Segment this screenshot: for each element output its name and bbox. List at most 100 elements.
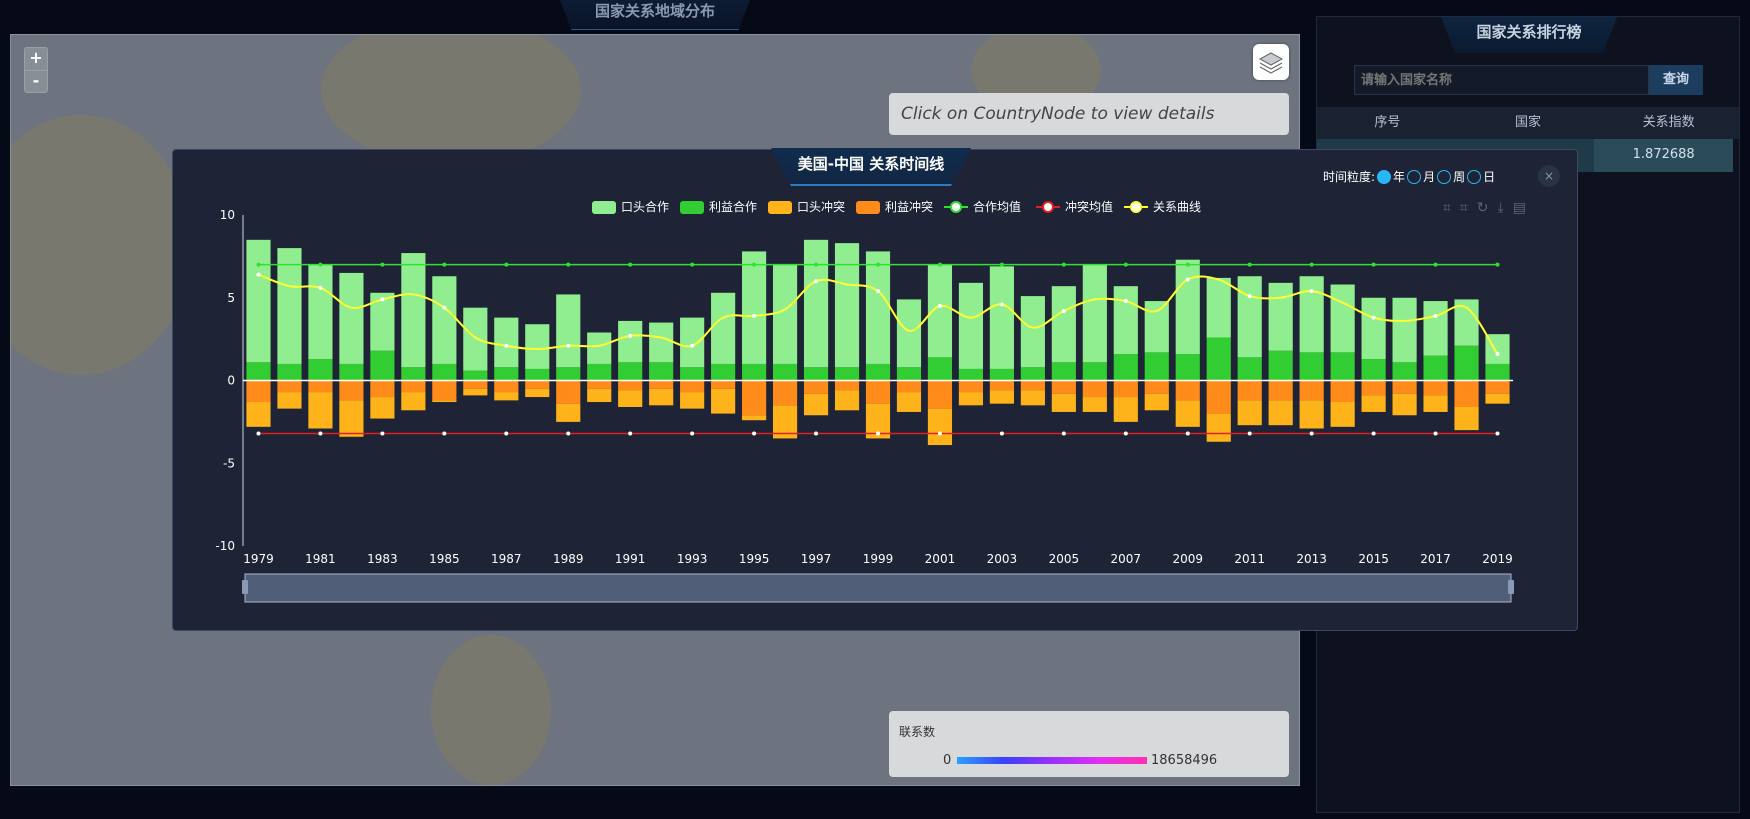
bar-material-coop bbox=[680, 367, 705, 381]
bar-material-coop bbox=[339, 363, 364, 381]
bar-material-conflict bbox=[370, 380, 395, 398]
bar-material-conflict bbox=[649, 380, 674, 389]
bar-verbal-conflict bbox=[1392, 393, 1417, 416]
legend-label: 口头合作 bbox=[621, 199, 669, 214]
bar-material-conflict bbox=[1237, 380, 1262, 401]
bar-material-conflict bbox=[556, 380, 581, 404]
bar-material-coop bbox=[1020, 367, 1045, 381]
coop-mean-point bbox=[504, 262, 509, 267]
bar-material-coop bbox=[1051, 362, 1076, 381]
relation-curve-point bbox=[1247, 294, 1252, 299]
layers-button[interactable] bbox=[1253, 44, 1289, 80]
column-header-rank[interactable]: 序号 bbox=[1317, 107, 1458, 139]
bar-verbal-conflict bbox=[432, 400, 457, 403]
bar-material-conflict bbox=[463, 380, 488, 389]
conflict-mean-point bbox=[504, 431, 509, 436]
bar-material-conflict bbox=[339, 380, 364, 401]
bar-material-conflict bbox=[1423, 380, 1448, 396]
bar-material-coop bbox=[401, 367, 426, 381]
conflict-mean-point bbox=[752, 431, 757, 436]
bar-verbal-coop bbox=[1237, 276, 1262, 358]
y-tick-label: -5 bbox=[223, 456, 235, 470]
country-search-input[interactable] bbox=[1354, 65, 1649, 95]
coop-mean-point bbox=[442, 262, 447, 267]
bar-material-conflict bbox=[1454, 380, 1479, 407]
relation-curve-point bbox=[1185, 277, 1190, 282]
coop-mean-point bbox=[1495, 262, 1500, 267]
zoom-out-button[interactable]: - bbox=[25, 70, 47, 92]
relation-curve-point bbox=[566, 343, 571, 348]
bar-material-coop bbox=[958, 368, 984, 381]
legend-swatch bbox=[768, 201, 792, 214]
ranking-table-header: 序号 国家 关系指数 bbox=[1317, 107, 1739, 139]
bar-verbal-coop bbox=[618, 320, 643, 363]
conflict-mean-point bbox=[1185, 431, 1190, 436]
search-button[interactable]: 查询 bbox=[1649, 65, 1703, 95]
bar-verbal-conflict bbox=[1361, 395, 1386, 412]
bar-verbal-conflict bbox=[1485, 393, 1510, 404]
bar-verbal-coop bbox=[649, 322, 674, 363]
x-tick-label: 2001 bbox=[925, 552, 956, 566]
bar-verbal-conflict bbox=[339, 400, 364, 437]
bar-verbal-coop bbox=[1051, 286, 1076, 363]
bar-material-coop bbox=[277, 363, 302, 381]
bar-material-conflict bbox=[711, 380, 736, 389]
bar-material-conflict bbox=[246, 380, 271, 403]
bar-material-coop bbox=[1392, 362, 1417, 381]
relation-timeline-modal: 美国-中国 关系时间线 时间粒度: 年 月 周 日 × ⌗⌗↻⤓▤ 10 5 0 -5… bbox=[172, 148, 1578, 631]
bar-material-coop bbox=[370, 350, 395, 381]
bar-verbal-coop bbox=[834, 243, 860, 368]
x-tick-label: 2019 bbox=[1482, 552, 1513, 566]
x-tick-label: 1987 bbox=[491, 552, 522, 566]
y-tick-label: 10 bbox=[220, 208, 235, 222]
zoom-in-button[interactable]: + bbox=[25, 48, 47, 70]
bar-verbal-conflict bbox=[525, 388, 550, 398]
zoom-control: + - bbox=[24, 47, 48, 93]
conflict-mean-point bbox=[256, 431, 261, 436]
bar-material-conflict bbox=[1268, 380, 1293, 401]
legend-gradient-bar[interactable] bbox=[957, 757, 1147, 764]
bar-material-conflict bbox=[587, 380, 612, 389]
legend-label: 口头冲突 bbox=[797, 199, 845, 214]
bar-material-coop bbox=[494, 367, 519, 381]
bar-verbal-conflict bbox=[370, 397, 395, 419]
coop-mean-point bbox=[999, 262, 1004, 267]
bar-verbal-conflict bbox=[1206, 413, 1231, 442]
relation-curve-point bbox=[380, 297, 385, 302]
relation-curve-point bbox=[1495, 352, 1500, 357]
land-south-america bbox=[431, 635, 551, 785]
x-tick-label: 1995 bbox=[739, 552, 770, 566]
bar-material-coop bbox=[865, 363, 891, 381]
bar-material-coop bbox=[1206, 337, 1231, 381]
bar-verbal-coop bbox=[1082, 264, 1107, 363]
bar-verbal-conflict bbox=[1237, 400, 1262, 426]
bar-verbal-coop bbox=[339, 272, 364, 364]
column-header-country[interactable]: 国家 bbox=[1458, 107, 1599, 139]
bar-material-coop bbox=[1268, 350, 1293, 381]
column-header-index[interactable]: 关系指数 bbox=[1598, 107, 1739, 139]
bar-verbal-conflict bbox=[1144, 393, 1169, 411]
x-tick-label: 1989 bbox=[553, 552, 584, 566]
bar-material-conflict bbox=[958, 380, 984, 393]
bar-material-coop bbox=[246, 362, 271, 381]
country-hint-box: Click on CountryNode to view details bbox=[889, 93, 1289, 135]
coop-mean-point bbox=[380, 262, 385, 267]
conflict-mean-point bbox=[318, 431, 323, 436]
y-tick-label: 0 bbox=[227, 374, 235, 388]
bar-verbal-conflict bbox=[989, 390, 1014, 404]
bar-material-conflict bbox=[1361, 380, 1386, 396]
coop-mean-point bbox=[690, 262, 695, 267]
relation-curve-point bbox=[1123, 299, 1128, 304]
x-tick-label: 1985 bbox=[429, 552, 460, 566]
bar-verbal-coop bbox=[1113, 286, 1138, 355]
bar-verbal-conflict bbox=[401, 392, 426, 411]
bar-material-coop bbox=[1144, 352, 1169, 381]
legend-label: 利益合作 bbox=[709, 199, 757, 214]
coop-mean-point bbox=[1185, 262, 1190, 267]
coop-mean-point bbox=[1247, 262, 1252, 267]
bar-material-conflict bbox=[1020, 380, 1045, 391]
bar-verbal-coop bbox=[680, 317, 705, 368]
bar-verbal-coop bbox=[525, 324, 550, 369]
coop-mean-point bbox=[1309, 262, 1314, 267]
conflict-mean-point bbox=[566, 431, 571, 436]
